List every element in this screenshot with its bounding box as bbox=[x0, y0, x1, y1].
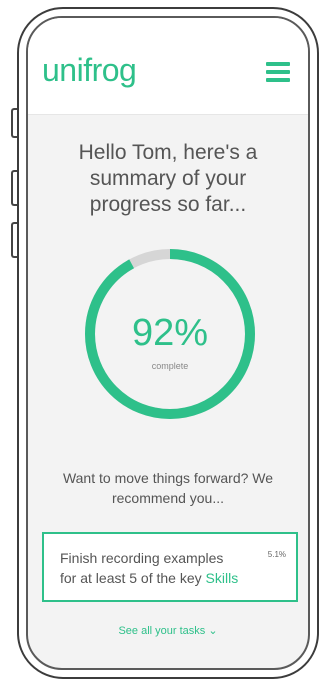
progress-complete-label: complete bbox=[151, 361, 189, 371]
recommendation-line-2: recommend you... bbox=[111, 490, 225, 506]
task-text-line-2: for at least 5 of the key bbox=[60, 570, 202, 586]
recommendation-text: Want to move things forward? We recommen… bbox=[28, 468, 308, 508]
skills-link[interactable]: Skills bbox=[206, 570, 239, 586]
task-percent: 5.1% bbox=[267, 550, 286, 559]
recommended-task-card[interactable]: Finish recording examples for at least 5… bbox=[42, 532, 298, 602]
recommendation-line-1: Want to move things forward? We bbox=[62, 470, 274, 486]
see-all-tasks-link[interactable]: See all your tasks ⌄ bbox=[28, 624, 308, 637]
hamburger-menu-icon[interactable] bbox=[266, 62, 290, 82]
greeting-line-3: progress so far... bbox=[89, 193, 247, 216]
progress-percent: 92% bbox=[131, 312, 209, 354]
greeting-line-2: summary of your bbox=[89, 167, 247, 190]
task-description: Finish recording examples for at least 5… bbox=[60, 548, 270, 588]
greeting-line-1: Hello Tom, here's a bbox=[78, 141, 258, 164]
greeting-text: Hello Tom, here's a summary of your prog… bbox=[28, 140, 308, 218]
unifrog-logo: unifrog bbox=[42, 52, 137, 88]
app-header: unifrog bbox=[28, 18, 308, 115]
task-text-line-1: Finish recording examples bbox=[60, 550, 224, 566]
phone-screen: unifrog Hello Tom, here's a summary of y… bbox=[26, 16, 310, 670]
